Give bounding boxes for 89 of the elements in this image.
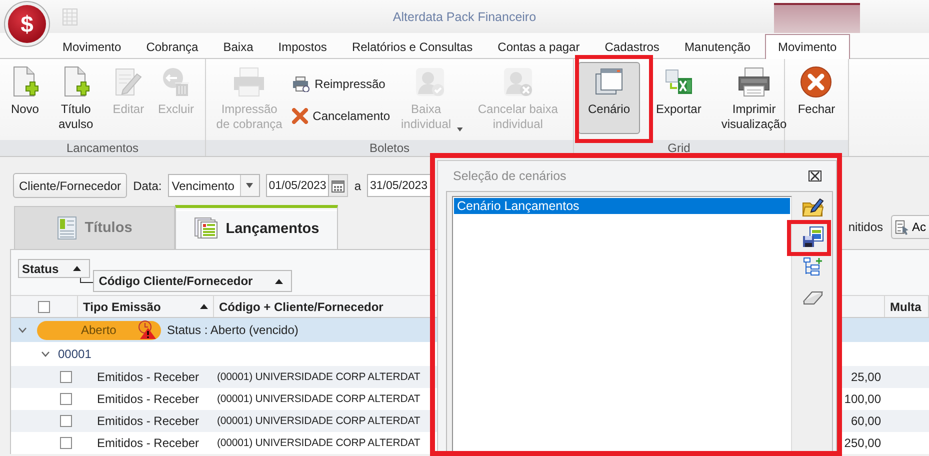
table-cell: (00001) UNIVERSIDADE CORP ALTERDAT bbox=[217, 371, 420, 383]
column-header[interactable]: Multa bbox=[885, 296, 929, 317]
ribbon-button[interactable]: Imprimir visualização bbox=[717, 62, 791, 135]
group-by-chip[interactable]: Código Cliente/Fornecedor bbox=[92, 270, 292, 292]
tab[interactable]: Lançamentos bbox=[175, 205, 338, 249]
ribbon-button[interactable]: Fechar bbox=[794, 62, 840, 134]
caret-icon bbox=[246, 183, 254, 188]
menu-tab[interactable]: Cadastros bbox=[592, 34, 672, 58]
client-supplier-button[interactable]: Cliente/Fornecedor bbox=[13, 173, 128, 198]
sort-arrow-icon bbox=[200, 304, 208, 309]
date-field[interactable]: 01/05/2023 bbox=[266, 174, 330, 197]
pencil-icon bbox=[113, 66, 144, 98]
group-by-chip[interactable]: Status bbox=[18, 259, 90, 278]
calendar-icon bbox=[331, 178, 346, 192]
ribbon-button[interactable]: Exportar bbox=[652, 62, 706, 134]
icon-button[interactable] bbox=[802, 226, 824, 248]
filter-option-label: nitidos bbox=[848, 220, 883, 234]
cross-icon bbox=[292, 108, 308, 124]
table-cell: Emitidos - Receber bbox=[97, 392, 200, 406]
menu-tab[interactable]: Movimento bbox=[764, 34, 850, 59]
date-field[interactable]: 31/05/2023 bbox=[367, 174, 431, 197]
ribbon-group-label: Lancamentos bbox=[0, 140, 205, 156]
column-header[interactable]: Tipo Emissão bbox=[78, 296, 214, 317]
table-cell: 60,00 bbox=[850, 414, 881, 428]
ribbon-button[interactable]: Título avulso bbox=[48, 62, 103, 135]
table-cell: 250,00 bbox=[844, 436, 881, 450]
menu-tab[interactable]: Cobrança bbox=[134, 34, 211, 58]
table-cell: (00001) UNIVERSIDADE CORP ALTERDAT bbox=[217, 393, 420, 405]
toolbar-button[interactable]: Ac bbox=[891, 215, 929, 239]
table-cell: Emitidos - Receber bbox=[97, 436, 200, 450]
window-icon bbox=[595, 68, 623, 96]
subgroup-label: 00001 bbox=[58, 347, 92, 361]
table-cell: (00001) UNIVERSIDADE CORP ALTERDAT bbox=[217, 437, 420, 449]
ribbon-button[interactable]: Cancelamento bbox=[288, 104, 394, 128]
warning-icon bbox=[137, 320, 157, 340]
date-label: Data: bbox=[133, 178, 162, 192]
menu-tab[interactable]: Impostos bbox=[266, 34, 340, 58]
table-cell: 100,00 bbox=[844, 392, 881, 406]
table-cell: Emitidos - Receber bbox=[97, 414, 200, 428]
dialog-title: Seleção de cenários bbox=[453, 169, 566, 183]
trash-icon bbox=[160, 66, 191, 98]
table-cell: (00001) UNIVERSIDADE CORP ALTERDAT bbox=[217, 415, 420, 427]
close-icon bbox=[800, 66, 832, 98]
ribbon-group-label: Boletos bbox=[206, 140, 573, 156]
date-type-select[interactable]: Vencimento bbox=[168, 174, 260, 197]
checkbox[interactable] bbox=[60, 415, 72, 427]
list-item[interactable]: Cenário Lançamentos bbox=[454, 198, 790, 214]
menu-tab[interactable]: Manutenção bbox=[672, 34, 763, 58]
tree-add-icon bbox=[803, 257, 823, 277]
menu-tab[interactable]: Relatórios e Consultas bbox=[339, 34, 486, 58]
close-button[interactable] bbox=[808, 170, 822, 182]
user-check-icon bbox=[414, 66, 446, 98]
documents-icon bbox=[194, 216, 218, 240]
table-cell: 25,00 bbox=[850, 370, 881, 384]
date-range-separator: a bbox=[354, 178, 361, 192]
folder-pencil-icon bbox=[802, 197, 824, 217]
close-icon bbox=[808, 170, 822, 182]
ribbon-button[interactable]: Novo bbox=[6, 62, 43, 134]
user-x-icon bbox=[502, 66, 534, 98]
group-label: Status : Aberto (vencido) bbox=[167, 323, 298, 337]
checkbox[interactable] bbox=[60, 437, 72, 449]
checkbox[interactable] bbox=[60, 393, 72, 405]
app-logo[interactable]: $ bbox=[8, 5, 46, 43]
window-title: Alterdata Pack Financeiro bbox=[392, 10, 536, 24]
ribbon-button[interactable]: Cenário bbox=[578, 62, 640, 134]
menu-tab[interactable]: Contas a pagar bbox=[485, 34, 592, 58]
calendar-button[interactable] bbox=[329, 174, 348, 197]
document-plus-icon bbox=[10, 66, 39, 98]
sort-arrow-icon bbox=[72, 266, 81, 271]
sort-arrow-icon bbox=[274, 278, 283, 284]
ribbon-button[interactable]: Reimpressão bbox=[288, 72, 394, 96]
status-label: Aberto bbox=[81, 323, 116, 337]
icon-button[interactable] bbox=[802, 196, 824, 218]
printer-icon bbox=[737, 66, 772, 98]
checkbox[interactable] bbox=[60, 371, 72, 383]
save-icon bbox=[802, 226, 824, 248]
menu-tab[interactable]: Baixa bbox=[210, 34, 266, 58]
table-cell: Emitidos - Receber bbox=[97, 370, 200, 384]
eraser-icon bbox=[803, 289, 823, 305]
spreadsheet-export-icon bbox=[664, 69, 693, 95]
checkbox[interactable] bbox=[38, 300, 50, 312]
menu-tab[interactable]: Movimento bbox=[50, 34, 134, 58]
caret-icon bbox=[457, 127, 463, 132]
document-icon bbox=[56, 216, 77, 240]
document-plus-icon bbox=[62, 66, 90, 98]
printer-icon bbox=[232, 66, 266, 98]
printer-icon bbox=[292, 76, 310, 92]
list-pointer-icon bbox=[895, 220, 910, 234]
grid-icon bbox=[62, 8, 78, 26]
